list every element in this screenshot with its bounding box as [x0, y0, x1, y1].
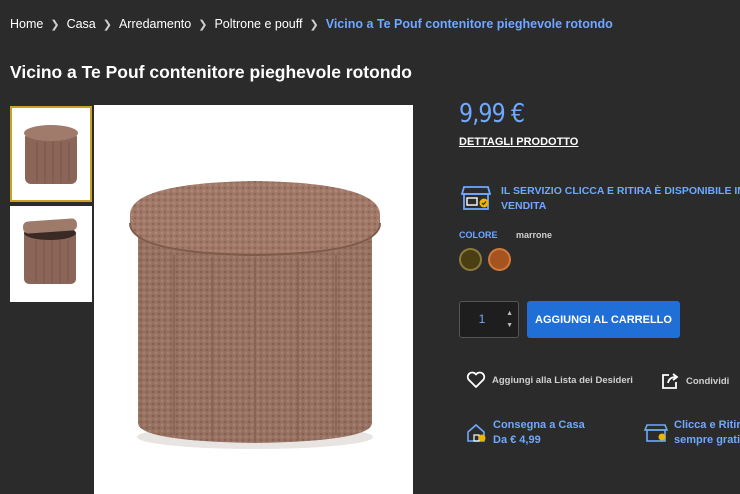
thumbnail-open[interactable] — [10, 206, 92, 302]
chevron-right-icon: ❯ — [198, 18, 208, 31]
service-text: IL SERVIZIO CLICCA E RITIRA È DISPONIBIL… — [501, 185, 740, 212]
pickup-store-icon — [644, 424, 668, 442]
share-label: Condividi — [686, 375, 730, 387]
pickup-info: Clicca e Ritira sempre gratis — [644, 418, 740, 448]
pouf-image — [94, 105, 413, 494]
chevron-down-icon[interactable]: ▼ — [506, 322, 513, 329]
chevron-right-icon: ❯ — [309, 18, 319, 31]
add-to-cart-button[interactable]: AGGIUNGI AL CARRELLO — [527, 301, 680, 338]
breadcrumb-casa[interactable]: Casa — [67, 17, 96, 31]
breadcrumb-poltrone[interactable]: Poltrone e pouff — [214, 17, 302, 31]
breadcrumb: Home ❯ Casa ❯ Arredamento ❯ Poltrone e p… — [10, 17, 613, 31]
color-value: marrone — [516, 230, 553, 240]
chevron-right-icon: ❯ — [50, 18, 60, 31]
breadcrumb-home[interactable]: Home — [10, 17, 43, 31]
product-price: 9,99 € — [459, 99, 525, 129]
home-delivery-price: Da € 4,99 — [493, 434, 541, 446]
chevron-right-icon: ❯ — [102, 18, 112, 31]
breadcrumb-current: Vicino a Te Pouf contenitore pieghevole … — [325, 17, 613, 31]
pickup-subtitle: sempre gratis — [674, 434, 740, 446]
pouf-closed-image — [12, 108, 90, 200]
heart-icon — [466, 371, 486, 388]
pickup-title: Clicca e Ritira — [674, 419, 740, 431]
share-icon — [662, 373, 679, 389]
home-delivery-title: Consegna a Casa — [493, 419, 585, 431]
wishlist-label: Aggiungi alla Lista dei Desideri — [492, 374, 633, 386]
share-button[interactable]: Condividi — [660, 372, 729, 390]
quantity-stepper[interactable]: 1 ▲ ▼ — [459, 301, 519, 338]
home-delivery-icon — [467, 423, 486, 442]
color-label: COLORE — [459, 230, 498, 240]
product-details-link[interactable]: DETTAGLI PRODOTTO — [459, 136, 578, 148]
color-swatch-olive[interactable] — [459, 248, 482, 271]
main-product-image[interactable] — [94, 105, 413, 494]
color-selector-label: COLORE marrone — [459, 230, 552, 240]
click-and-collect-notice: IL SERVIZIO CLICCA E RITIRA È DISPONIBIL… — [461, 184, 740, 214]
thumbnail-closed[interactable] — [10, 106, 92, 202]
page-title: Vicino a Te Pouf contenitore pieghevole … — [10, 62, 412, 82]
chevron-up-icon[interactable]: ▲ — [506, 310, 513, 317]
store-icon — [461, 186, 491, 210]
pouf-open-image — [10, 206, 92, 302]
color-swatch-brown[interactable] — [488, 248, 511, 271]
quantity-value[interactable]: 1 — [460, 312, 504, 326]
breadcrumb-arredamento[interactable]: Arredamento — [119, 17, 191, 31]
wishlist-button[interactable]: Aggiungi alla Lista dei Desideri — [466, 371, 633, 389]
home-delivery-info: Consegna a Casa Da € 4,99 — [465, 418, 585, 448]
